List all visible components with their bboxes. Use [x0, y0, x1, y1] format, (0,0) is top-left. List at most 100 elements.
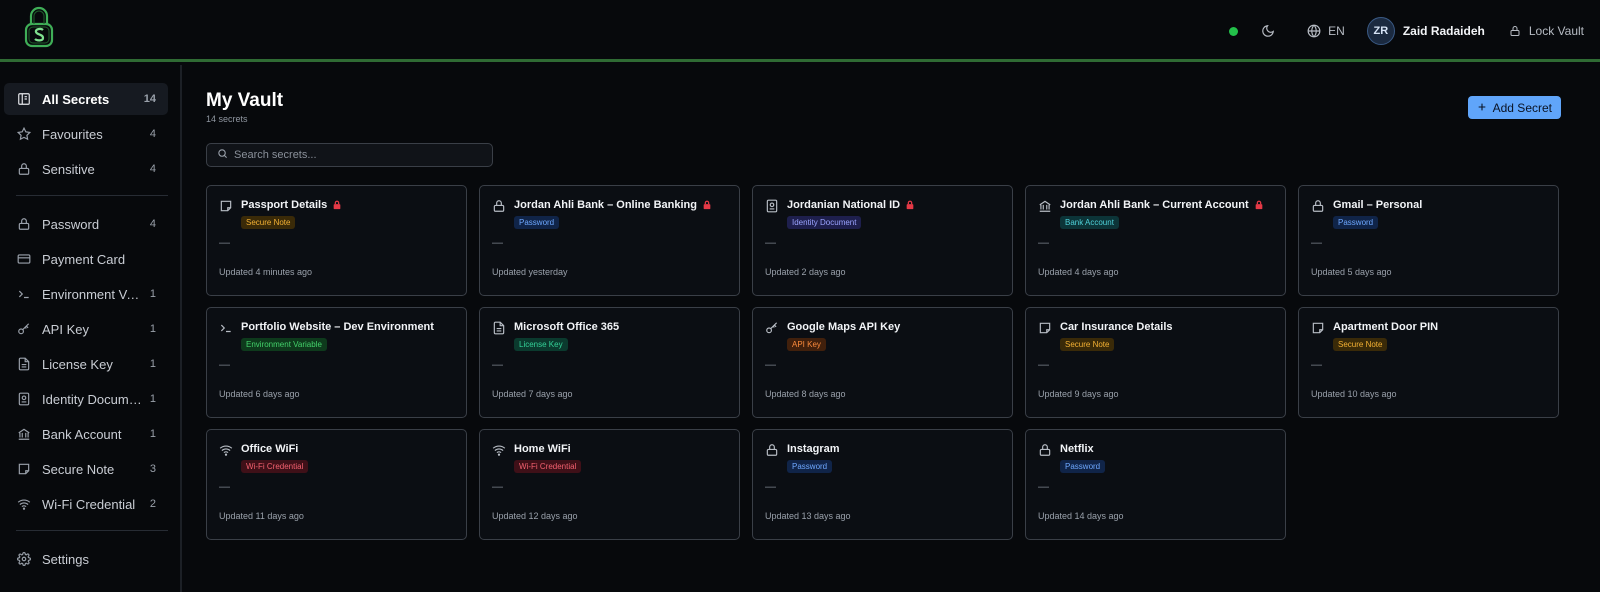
- secret-title-text: Office WiFi: [241, 443, 299, 455]
- sidebar-type-group: Password 4 Payment Card Environment Variabl…: [4, 208, 168, 520]
- sidebar-item-all-secrets[interactable]: All Secrets 14: [4, 83, 168, 115]
- sidebar-item-favourites[interactable]: Favourites 4: [4, 118, 168, 150]
- secret-card[interactable]: Office WiFi Wi-Fi Credential — Updated 11 d…: [206, 429, 467, 540]
- secret-value-placeholder: —: [1311, 359, 1322, 371]
- vault-logo-icon[interactable]: [22, 4, 56, 50]
- secret-title-text: Passport Details: [241, 199, 328, 211]
- sidebar-item-count: 14: [143, 93, 156, 105]
- secret-title: Instagram: [787, 443, 840, 455]
- moon-icon[interactable]: [1260, 23, 1276, 39]
- avatar[interactable]: ZR: [1366, 17, 1395, 45]
- sidebar-item-label: Sensitive: [42, 161, 95, 177]
- sidebar-item-password[interactable]: Password 4: [4, 208, 168, 240]
- secret-card[interactable]: Portfolio Website – Dev Environment Envir…: [206, 307, 467, 418]
- top-header: EN ZR Zaid Radaideh Lock Vault: [0, 0, 1600, 62]
- secret-value-placeholder: —: [492, 481, 503, 493]
- lock-vault-button[interactable]: Lock Vault: [1507, 23, 1584, 39]
- updated-timestamp: Updated 5 days ago: [1311, 267, 1392, 277]
- sidebar-item-count: 1: [149, 393, 156, 405]
- secret-card[interactable]: Instagram Password — Updated 13 days ago: [752, 429, 1013, 540]
- search-input[interactable]: [234, 149, 474, 161]
- key-icon: [16, 321, 32, 337]
- sidebar-item-environment-variable[interactable]: Environment Variable 1: [4, 278, 168, 310]
- updated-timestamp: Updated 6 days ago: [219, 389, 300, 399]
- secret-title: Jordan Ahli Bank – Online Banking: [514, 199, 712, 211]
- header-actions: EN ZR Zaid Radaideh Lock Vault: [1229, 0, 1600, 62]
- type-badge: API Key: [787, 338, 826, 351]
- user-name: Zaid Radaideh: [1402, 24, 1485, 38]
- sidebar-divider: [16, 195, 168, 196]
- secret-card[interactable]: Jordan Ahli Bank – Online Banking Passwor…: [479, 185, 740, 296]
- sidebar: All Secrets 14 Favourites 4 Sensitive 4 Passw…: [0, 65, 182, 592]
- sidebar-item-wi-fi-credential[interactable]: Wi-Fi Credential 2: [4, 488, 168, 520]
- sidebar-item-license-key[interactable]: License Key 1: [4, 348, 168, 380]
- updated-timestamp: Updated 10 days ago: [1311, 389, 1397, 399]
- id-icon: [765, 199, 779, 213]
- plus-icon: [1477, 101, 1487, 115]
- secret-title-text: Google Maps API Key: [787, 321, 901, 333]
- sidebar-item-settings[interactable]: Settings: [4, 543, 168, 575]
- secret-value-placeholder: —: [492, 359, 503, 371]
- book-icon: [16, 91, 32, 107]
- search-box: [206, 143, 493, 167]
- secret-value-placeholder: —: [765, 359, 776, 371]
- updated-timestamp: Updated 11 days ago: [219, 511, 304, 521]
- sidebar-item-label: Password: [42, 216, 100, 232]
- secret-value-placeholder: —: [765, 481, 776, 493]
- secret-card[interactable]: Gmail – Personal Password — Updated 5 days …: [1298, 185, 1559, 296]
- lock-vault-label: Lock Vault: [1528, 24, 1584, 38]
- lock-icon: [16, 161, 32, 177]
- sidebar-item-count: 1: [149, 323, 156, 335]
- sensitive-lock-icon: [702, 200, 712, 210]
- type-badge: License Key: [514, 338, 568, 351]
- sidebar-item-label: Environment Variable: [42, 286, 144, 302]
- add-secret-button[interactable]: Add Secret: [1467, 96, 1561, 119]
- gear-icon: [16, 551, 32, 567]
- sidebar-item-sensitive[interactable]: Sensitive 4: [4, 153, 168, 185]
- secret-value-placeholder: —: [765, 237, 776, 249]
- secret-card[interactable]: Netflix Password — Updated 14 days ago: [1025, 429, 1286, 540]
- secret-value-placeholder: —: [492, 237, 503, 249]
- add-secret-label: Add Secret: [1492, 100, 1552, 115]
- secret-card[interactable]: Jordan Ahli Bank – Current Account Bank A…: [1025, 185, 1286, 296]
- status-indicator: [1229, 26, 1239, 36]
- secret-card[interactable]: Home WiFi Wi-Fi Credential — Updated 12 day…: [479, 429, 740, 540]
- updated-timestamp: Updated 4 days ago: [1038, 267, 1119, 277]
- sidebar-item-label: API Key: [42, 321, 89, 337]
- language-selector[interactable]: EN: [1306, 23, 1345, 39]
- secret-card[interactable]: Apartment Door PIN Secure Note — Updated 10…: [1298, 307, 1559, 418]
- sidebar-item-bank-account[interactable]: Bank Account 1: [4, 418, 168, 450]
- secret-title-text: Jordan Ahli Bank – Current Account: [1060, 199, 1249, 211]
- updated-timestamp: Updated 4 minutes ago: [219, 267, 313, 277]
- secret-card[interactable]: Google Maps API Key API Key — Updated 8 day…: [752, 307, 1013, 418]
- sidebar-item-identity-document[interactable]: Identity Document 1: [4, 383, 168, 415]
- secret-value-placeholder: —: [219, 481, 230, 493]
- type-badge: Bank Account: [1060, 216, 1119, 229]
- bank-icon: [16, 426, 32, 442]
- secret-value-placeholder: —: [1311, 237, 1322, 249]
- sidebar-item-payment-card[interactable]: Payment Card: [4, 243, 168, 275]
- secret-card[interactable]: Passport Details Secure Note — Updated 4 mi…: [206, 185, 467, 296]
- secret-value-placeholder: —: [1038, 237, 1049, 249]
- secret-card[interactable]: Car Insurance Details Secure Note — Updated…: [1025, 307, 1286, 418]
- wifi-icon: [16, 496, 32, 512]
- lock-icon: [1311, 199, 1325, 213]
- sidebar-item-label: Bank Account: [42, 426, 122, 442]
- secret-card[interactable]: Jordanian National ID Identity Document — U…: [752, 185, 1013, 296]
- file-icon: [492, 321, 506, 335]
- sidebar-item-secure-note[interactable]: Secure Note 3: [4, 453, 168, 485]
- secret-title: Microsoft Office 365: [514, 321, 619, 333]
- updated-timestamp: Updated 13 days ago: [765, 511, 851, 521]
- secret-title: Car Insurance Details: [1060, 321, 1173, 333]
- star-icon: [16, 126, 32, 142]
- type-badge: Wi-Fi Credential: [241, 460, 309, 473]
- secret-title: Jordanian National ID: [787, 199, 915, 211]
- secret-card[interactable]: Microsoft Office 365 License Key — Updated …: [479, 307, 740, 418]
- secret-title-text: Portfolio Website – Dev Environment: [241, 321, 434, 333]
- updated-timestamp: Updated 14 days ago: [1038, 511, 1124, 521]
- secret-title: Passport Details: [241, 199, 342, 211]
- note-icon: [1038, 321, 1052, 335]
- sidebar-item-api-key[interactable]: API Key 1: [4, 313, 168, 345]
- sidebar-item-label: Favourites: [42, 126, 103, 142]
- type-badge: Secure Note: [1060, 338, 1115, 351]
